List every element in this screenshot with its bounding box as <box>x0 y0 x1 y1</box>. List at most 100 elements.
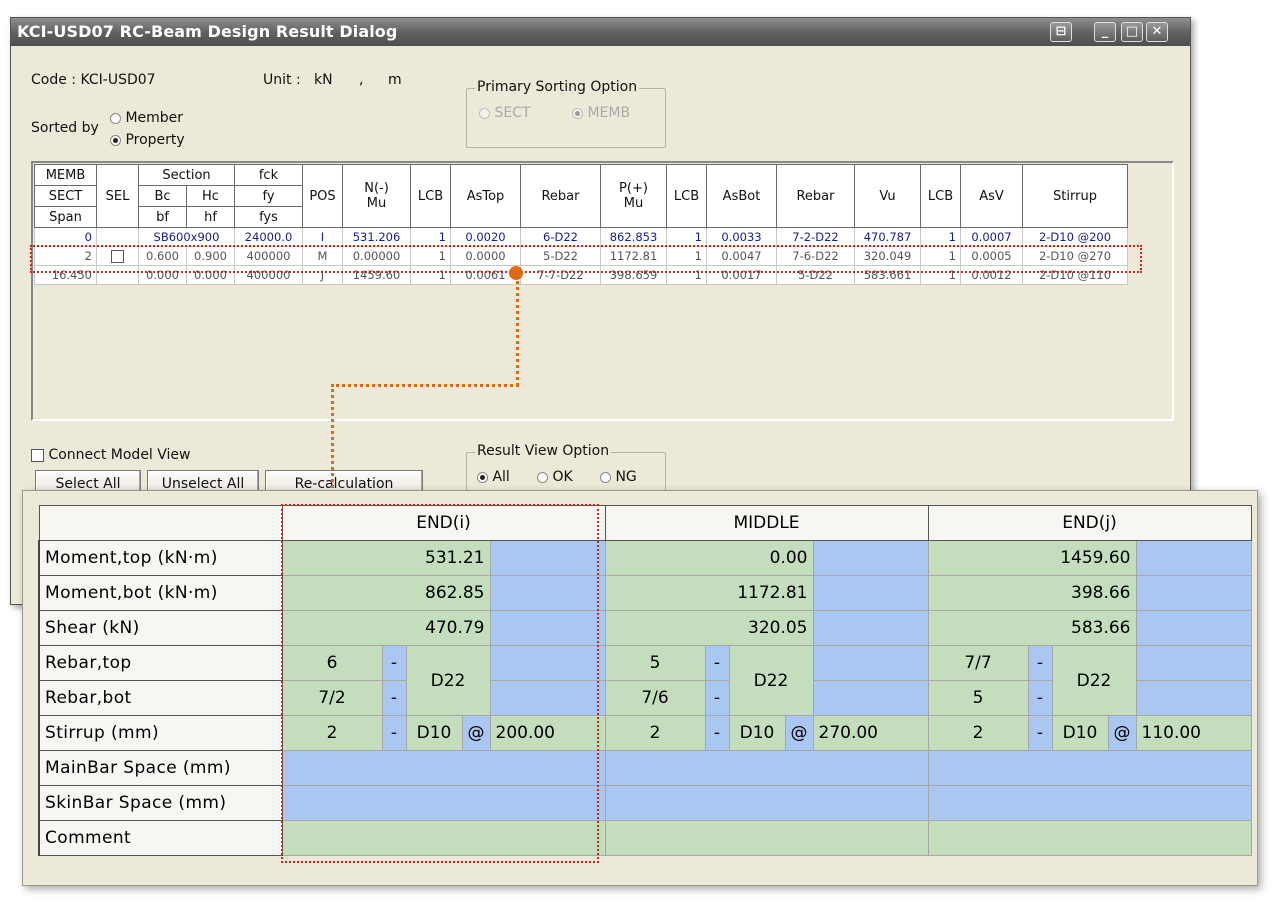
col-stirrup[interactable]: Stirrup <box>1022 164 1128 228</box>
end-i-rebar-diameter[interactable]: D22 <box>405 645 491 716</box>
sort-memb-option[interactable]: MEMB <box>572 105 630 121</box>
sort-memb-radio[interactable] <box>572 107 583 119</box>
header-end-j: END(j) <box>927 505 1252 541</box>
middle-rebar-top-count[interactable]: 5 <box>604 645 706 681</box>
end-j-stirrup-diameter[interactable]: D10 <box>1051 715 1109 751</box>
restore-icon[interactable]: ⊟ <box>1050 22 1072 42</box>
end-j-rebar-bot-dash: - <box>1027 680 1053 716</box>
col-astop[interactable]: AsTop <box>450 164 521 228</box>
view-ok-option[interactable]: OK <box>537 469 573 485</box>
end-i-rebar-top-count[interactable]: 6 <box>281 645 383 681</box>
end-j-shear-status <box>1135 610 1252 646</box>
view-ng-option[interactable]: NG <box>600 469 637 485</box>
col-sel[interactable]: SEL <box>96 164 139 228</box>
end-j-stirrup-spacing[interactable]: 110.00 <box>1135 715 1252 751</box>
cell-sel[interactable] <box>96 265 139 285</box>
sort-memb-label: MEMB <box>587 105 631 121</box>
col-nmu-bot: Mu <box>366 196 387 211</box>
label-rebar-bot: Rebar,bot <box>38 680 283 716</box>
col-bf[interactable]: bf <box>138 206 187 228</box>
table-row[interactable]: 0 SB600x900 24000.0 I 531.206 1 0.0020 6… <box>34 227 1128 247</box>
middle-rebar-bot-count[interactable]: 7/6 <box>604 680 706 716</box>
maximize-button[interactable]: □ <box>1121 22 1143 42</box>
middle-rebar-bot-status <box>812 680 929 716</box>
view-ok-radio[interactable] <box>537 471 548 483</box>
result-grid[interactable]: MEMB SEL Section fck POS N(-) Mu LCB AsTo… <box>31 161 1174 421</box>
sort-sect-radio[interactable] <box>479 107 490 119</box>
end-i-stirrup-diameter[interactable]: D10 <box>405 715 463 751</box>
cell-stirrup: 2-D10 @270 <box>1022 246 1128 266</box>
col-vu[interactable]: Vu <box>854 164 921 228</box>
view-ok-label: OK <box>552 469 573 485</box>
sort-property-option[interactable]: Property <box>110 132 185 148</box>
middle-stirrup-diameter[interactable]: D10 <box>728 715 786 751</box>
label-mainbar-space: MainBar Space (mm) <box>38 750 283 786</box>
cell-lcb: 1 <box>666 227 707 247</box>
end-j-stirrup-dash: - <box>1027 715 1053 751</box>
col-sect[interactable]: SECT <box>34 185 97 207</box>
col-lcb-3[interactable]: LCB <box>920 164 961 228</box>
sort-member-radio[interactable] <box>110 112 121 124</box>
middle-stirrup-count[interactable]: 2 <box>604 715 706 751</box>
end-j-rebar-top-dash: - <box>1027 645 1053 681</box>
col-asv[interactable]: AsV <box>960 164 1023 228</box>
connect-model-view-option[interactable]: Connect Model View <box>31 447 191 463</box>
col-rebar-top[interactable]: Rebar <box>520 164 601 228</box>
col-asbot[interactable]: AsBot <box>706 164 777 228</box>
label-moment-top: Moment,top (kN·m) <box>38 540 283 576</box>
view-ng-radio[interactable] <box>600 471 611 483</box>
detail-corner <box>38 505 283 541</box>
connect-model-view-checkbox[interactable] <box>31 448 44 462</box>
end-i-moment-top-status <box>489 540 606 576</box>
cell-memb: 2 <box>34 246 97 266</box>
col-rebar-bot[interactable]: Rebar <box>776 164 855 228</box>
code-label: Code : KCI-USD07 <box>31 72 156 88</box>
end-j-stirrup-count[interactable]: 2 <box>927 715 1029 751</box>
middle-rebar-bot-dash: - <box>704 680 730 716</box>
col-hf[interactable]: hf <box>186 206 235 228</box>
col-memb[interactable]: MEMB <box>34 164 97 186</box>
col-lcb-1[interactable]: LCB <box>410 164 451 228</box>
col-nmu[interactable]: N(-) Mu <box>342 164 411 228</box>
table-row[interactable]: 16.450 0.000 0.000 400000 J 1459.60 1 0.… <box>34 265 1128 285</box>
cell-hf: 0.000 <box>186 265 235 285</box>
col-pos[interactable]: POS <box>302 164 343 228</box>
view-all-radio[interactable] <box>477 471 488 483</box>
sort-sect-option[interactable]: SECT <box>479 105 531 121</box>
cell-span: 16.450 <box>34 265 97 285</box>
sort-member-label: Member <box>125 110 184 126</box>
middle-stirrup-spacing[interactable]: 270.00 <box>812 715 929 751</box>
title-bar[interactable]: KCI-USD07 RC-Beam Design Result Dialog ⊟… <box>11 18 1190 46</box>
table-row[interactable]: 2 0.600 0.900 400000 M 0.00000 1 0.0000 … <box>34 246 1128 266</box>
detail-panel: END(i) MIDDLE END(j) Moment,top (kN·m) 5… <box>22 490 1258 886</box>
col-fys[interactable]: fys <box>234 206 303 228</box>
minimize-button[interactable]: _ <box>1094 22 1116 42</box>
end-j-rebar-top-count[interactable]: 7/7 <box>927 645 1029 681</box>
col-span[interactable]: Span <box>34 206 97 228</box>
sort-member-option[interactable]: Member <box>110 110 183 126</box>
end-j-moment-top: 1459.60 <box>927 540 1137 576</box>
col-hc[interactable]: Hc <box>186 185 235 207</box>
cell-rebar-top: 7-7-D22 <box>520 265 601 285</box>
end-i-rebar-bot-count[interactable]: 7/2 <box>281 680 383 716</box>
end-i-stirrup-spacing[interactable]: 200.00 <box>489 715 606 751</box>
cell-sel[interactable] <box>96 227 139 247</box>
col-bc[interactable]: Bc <box>138 185 187 207</box>
select-checkbox[interactable] <box>111 250 124 263</box>
col-section[interactable]: Section <box>138 164 235 186</box>
middle-moment-top: 0.00 <box>604 540 814 576</box>
sort-property-label: Property <box>125 132 185 148</box>
end-i-stirrup-count[interactable]: 2 <box>281 715 383 751</box>
col-lcb-2[interactable]: LCB <box>666 164 707 228</box>
cell-nmu: 0.00000 <box>342 246 411 266</box>
middle-rebar-diameter[interactable]: D22 <box>728 645 814 716</box>
sort-property-radio[interactable] <box>110 134 121 146</box>
cell-sel[interactable] <box>96 246 139 266</box>
col-fy[interactable]: fy <box>234 185 303 207</box>
close-button[interactable]: ✕ <box>1146 22 1168 42</box>
end-j-rebar-diameter[interactable]: D22 <box>1051 645 1137 716</box>
col-pmu[interactable]: P(+) Mu <box>600 164 667 228</box>
view-all-option[interactable]: All <box>477 469 510 485</box>
end-j-rebar-bot-count[interactable]: 5 <box>927 680 1029 716</box>
col-fck[interactable]: fck <box>234 164 303 186</box>
